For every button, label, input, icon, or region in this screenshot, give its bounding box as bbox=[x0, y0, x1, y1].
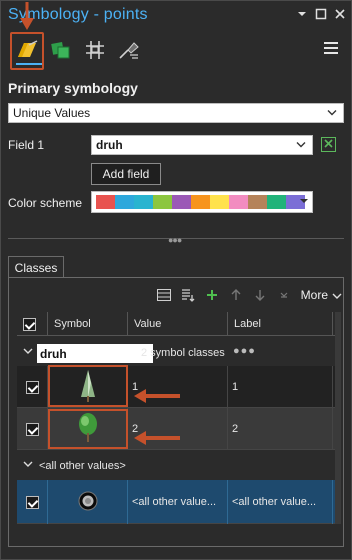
move-down-icon[interactable] bbox=[253, 288, 267, 302]
close-icon[interactable] bbox=[334, 8, 346, 20]
header-symbol[interactable]: Symbol bbox=[48, 312, 128, 336]
header-value[interactable]: Value bbox=[128, 312, 228, 336]
annotation-arrow-down bbox=[20, 2, 34, 35]
chevron-down-icon bbox=[327, 108, 337, 119]
other-values-heading: <all other values> bbox=[39, 460, 126, 472]
label-cell[interactable]: <all other value... bbox=[228, 480, 333, 524]
row-checkbox-cell[interactable] bbox=[17, 480, 48, 524]
add-field-button[interactable]: Add field bbox=[91, 163, 161, 185]
field-label: Field 1 bbox=[8, 138, 45, 152]
row-checkbox-cell[interactable] bbox=[17, 366, 48, 408]
field-select[interactable]: druh bbox=[91, 135, 313, 155]
chevron-down-icon bbox=[296, 140, 306, 151]
expression-icon bbox=[323, 138, 334, 152]
move-up-icon[interactable] bbox=[229, 288, 243, 302]
color-scheme-picker[interactable] bbox=[91, 191, 313, 213]
active-tab-indicator bbox=[16, 63, 42, 65]
color-swatch bbox=[115, 195, 134, 209]
tab-symbol-layers[interactable] bbox=[78, 32, 112, 70]
color-swatch bbox=[172, 195, 191, 209]
more-label: More bbox=[300, 288, 328, 302]
group-field-input[interactable]: druh bbox=[37, 344, 153, 363]
layers-icon bbox=[50, 40, 72, 63]
renderer-value: Unique Values bbox=[13, 106, 91, 120]
circle-point-icon bbox=[77, 490, 99, 515]
table-row-other-values[interactable]: <all other value... <all other value... bbox=[17, 480, 335, 524]
window-buttons bbox=[296, 8, 346, 20]
grid-header: Symbol Value Label bbox=[17, 312, 335, 336]
add-all-values-icon[interactable] bbox=[181, 288, 195, 302]
splitter-grip-icon[interactable]: ●●● bbox=[168, 235, 182, 245]
add-icon[interactable] bbox=[205, 288, 219, 302]
expression-button[interactable] bbox=[321, 137, 336, 152]
chevron-down-icon bbox=[332, 288, 342, 302]
color-swatch bbox=[153, 195, 172, 209]
label-icon bbox=[118, 40, 140, 63]
tab-classes[interactable]: Classes bbox=[8, 256, 64, 278]
label-cell[interactable]: 2 bbox=[228, 408, 333, 450]
grid-scrollbar[interactable] bbox=[335, 312, 341, 524]
list-view-icon[interactable] bbox=[156, 288, 171, 302]
chevron-down-icon bbox=[300, 196, 308, 206]
classes-toolbar: More bbox=[156, 286, 342, 304]
tab-label-classes[interactable] bbox=[112, 32, 146, 70]
row-checkbox[interactable] bbox=[26, 422, 39, 436]
label-cell[interactable]: 1 bbox=[228, 366, 333, 408]
row-checkbox[interactable] bbox=[26, 495, 39, 509]
collapse-icon[interactable] bbox=[277, 288, 291, 302]
other-values-group: <all other values> bbox=[17, 456, 335, 478]
primary-symbology-heading: Primary symbology bbox=[8, 80, 138, 96]
color-swatch bbox=[134, 195, 153, 209]
annotation-highlight bbox=[48, 365, 128, 407]
renderer-select[interactable]: Unique Values bbox=[8, 103, 344, 123]
group-options-icon[interactable]: ●●● bbox=[233, 345, 256, 357]
paintbrush-icon bbox=[15, 39, 39, 64]
row-checkbox-cell[interactable] bbox=[17, 408, 48, 450]
maximize-icon[interactable] bbox=[315, 8, 327, 20]
annotation-arrow-left bbox=[134, 431, 180, 448]
color-swatch bbox=[248, 195, 267, 209]
symbology-tabs bbox=[8, 30, 338, 74]
color-ramp bbox=[96, 195, 305, 209]
group-summary: 2 symbol classes bbox=[141, 347, 225, 359]
chevron-down-icon[interactable] bbox=[296, 8, 308, 20]
grid-icon bbox=[84, 40, 106, 63]
field-value: druh bbox=[96, 138, 123, 152]
value-cell[interactable]: <all other value... bbox=[128, 480, 228, 524]
annotation-highlight bbox=[48, 409, 128, 449]
chevron-down-icon[interactable] bbox=[23, 347, 33, 358]
menu-icon[interactable] bbox=[324, 42, 338, 54]
chevron-down-icon[interactable] bbox=[23, 460, 33, 471]
symbol-cell[interactable] bbox=[48, 480, 128, 524]
color-swatch bbox=[229, 195, 248, 209]
annotation-arrow-left bbox=[134, 389, 180, 406]
tab-primary-symbology[interactable] bbox=[10, 32, 44, 70]
color-swatch bbox=[96, 195, 115, 209]
color-swatch bbox=[191, 195, 210, 209]
header-select-all[interactable] bbox=[17, 312, 48, 336]
title-bar: Symbology - points bbox=[0, 0, 352, 32]
tab-vary-symbology[interactable] bbox=[44, 32, 78, 70]
header-label[interactable]: Label bbox=[228, 312, 333, 336]
color-scheme-label: Color scheme bbox=[8, 196, 83, 210]
more-menu[interactable]: More bbox=[301, 288, 342, 302]
color-swatch bbox=[267, 195, 286, 209]
group-row: druh 2 symbol classes ●●● bbox=[17, 342, 335, 366]
row-checkbox[interactable] bbox=[26, 380, 39, 394]
select-all-checkbox[interactable] bbox=[23, 317, 36, 331]
color-swatch bbox=[210, 195, 229, 209]
